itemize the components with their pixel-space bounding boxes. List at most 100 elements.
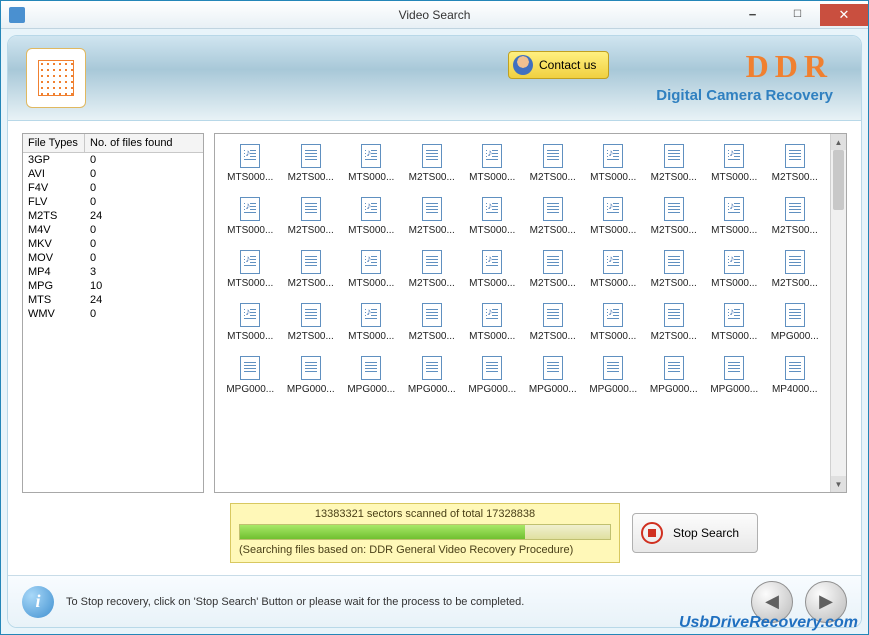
progress-procedure-text: (Searching files based on: DDR General V… xyxy=(239,544,611,556)
close-button[interactable] xyxy=(820,4,868,26)
file-item[interactable]: M2TS00... xyxy=(282,197,341,236)
file-item[interactable]: MTS000... xyxy=(705,197,764,236)
file-item[interactable]: M2TS00... xyxy=(282,144,341,183)
file-item[interactable]: MTS000... xyxy=(342,197,401,236)
table-row[interactable]: MKV0 xyxy=(23,237,203,251)
file-item[interactable]: MTS000... xyxy=(221,303,280,342)
file-item[interactable]: M2TS00... xyxy=(766,250,825,289)
file-item[interactable]: M2TS00... xyxy=(766,197,825,236)
file-item[interactable]: MTS000... xyxy=(705,250,764,289)
file-item[interactable]: MTS000... xyxy=(584,303,643,342)
file-item[interactable]: M2TS00... xyxy=(524,144,583,183)
table-row[interactable]: AVI0 xyxy=(23,167,203,181)
file-item[interactable]: MTS000... xyxy=(221,197,280,236)
file-item-label: MTS000... xyxy=(711,331,757,342)
file-item-label: MPG000... xyxy=(347,384,395,395)
video-file-icon xyxy=(422,356,442,380)
video-file-icon xyxy=(482,250,502,274)
file-item[interactable]: M2TS00... xyxy=(403,250,462,289)
file-item[interactable]: MPG000... xyxy=(221,356,280,395)
video-file-icon xyxy=(724,356,744,380)
file-item[interactable]: MTS000... xyxy=(463,303,522,342)
file-item[interactable]: MPG000... xyxy=(403,356,462,395)
table-row[interactable]: M4V0 xyxy=(23,223,203,237)
file-item[interactable]: MTS000... xyxy=(463,144,522,183)
file-item[interactable]: M2TS00... xyxy=(403,197,462,236)
scroll-down-icon[interactable]: ▼ xyxy=(831,476,846,492)
scroll-thumb[interactable] xyxy=(833,150,844,210)
file-item[interactable]: MTS000... xyxy=(463,197,522,236)
file-item[interactable]: MPG000... xyxy=(463,356,522,395)
file-item-label: MTS000... xyxy=(590,278,636,289)
file-item[interactable]: M2TS00... xyxy=(645,250,704,289)
brand-link[interactable]: UsbDriveRecovery.com xyxy=(679,614,858,632)
table-row[interactable]: F4V0 xyxy=(23,181,203,195)
file-item[interactable]: M2TS00... xyxy=(524,197,583,236)
file-item[interactable]: MTS000... xyxy=(221,144,280,183)
video-file-icon xyxy=(301,144,321,168)
count-cell: 0 xyxy=(85,195,203,209)
table-row[interactable]: MP43 xyxy=(23,265,203,279)
file-item-label: MTS000... xyxy=(469,225,515,236)
stop-search-button[interactable]: Stop Search xyxy=(632,513,758,553)
file-item[interactable]: MPG000... xyxy=(584,356,643,395)
table-row[interactable]: M2TS24 xyxy=(23,209,203,223)
app-icon xyxy=(9,7,25,23)
file-item[interactable]: MTS000... xyxy=(584,197,643,236)
col-files-found[interactable]: No. of files found xyxy=(85,134,203,152)
file-item[interactable]: MTS000... xyxy=(705,303,764,342)
file-item[interactable]: MPG000... xyxy=(524,356,583,395)
file-item[interactable]: MPG000... xyxy=(282,356,341,395)
type-cell: MP4 xyxy=(23,265,85,279)
file-item[interactable]: M2TS00... xyxy=(282,250,341,289)
file-item[interactable]: MPG000... xyxy=(645,356,704,395)
file-item[interactable]: MTS000... xyxy=(342,250,401,289)
file-item[interactable]: MTS000... xyxy=(342,303,401,342)
stop-icon xyxy=(641,522,663,544)
vertical-scrollbar[interactable]: ▲ ▼ xyxy=(830,134,846,492)
file-types-table: File Types No. of files found 3GP0AVI0F4… xyxy=(22,133,204,493)
count-cell: 24 xyxy=(85,209,203,223)
table-row[interactable]: MTS24 xyxy=(23,293,203,307)
file-item[interactable]: MTS000... xyxy=(705,144,764,183)
file-item[interactable]: M2TS00... xyxy=(645,303,704,342)
file-item[interactable]: MPG000... xyxy=(342,356,401,395)
file-item[interactable]: M2TS00... xyxy=(645,197,704,236)
logo-pattern-icon xyxy=(38,60,74,96)
video-file-icon xyxy=(301,197,321,221)
contact-us-button[interactable]: Contact us xyxy=(508,51,609,79)
file-item[interactable]: MPG000... xyxy=(705,356,764,395)
table-row[interactable]: FLV0 xyxy=(23,195,203,209)
maximize-button[interactable] xyxy=(775,4,820,26)
file-item-label: M2TS00... xyxy=(288,172,334,183)
file-item[interactable]: MPG000... xyxy=(766,303,825,342)
col-file-types[interactable]: File Types xyxy=(23,134,85,152)
file-item[interactable]: MTS000... xyxy=(342,144,401,183)
video-file-icon xyxy=(543,303,563,327)
file-item[interactable]: M2TS00... xyxy=(524,250,583,289)
file-item[interactable]: M2TS00... xyxy=(403,303,462,342)
file-item[interactable]: M2TS00... xyxy=(524,303,583,342)
file-item[interactable]: MP4000... xyxy=(766,356,825,395)
file-item[interactable]: M2TS00... xyxy=(766,144,825,183)
table-row[interactable]: WMV0 xyxy=(23,307,203,321)
file-item[interactable]: M2TS00... xyxy=(645,144,704,183)
file-item-label: MTS000... xyxy=(711,225,757,236)
file-item-label: M2TS00... xyxy=(530,331,576,342)
table-row[interactable]: MOV0 xyxy=(23,251,203,265)
file-item[interactable]: MTS000... xyxy=(584,144,643,183)
file-item-label: MTS000... xyxy=(469,278,515,289)
file-item[interactable]: MTS000... xyxy=(584,250,643,289)
file-item[interactable]: MTS000... xyxy=(221,250,280,289)
table-row[interactable]: 3GP0 xyxy=(23,153,203,167)
file-item[interactable]: MTS000... xyxy=(463,250,522,289)
video-file-icon xyxy=(240,144,260,168)
video-file-icon xyxy=(482,197,502,221)
minimize-button[interactable] xyxy=(730,4,775,26)
table-row[interactable]: MPG10 xyxy=(23,279,203,293)
file-item[interactable]: M2TS00... xyxy=(282,303,341,342)
video-file-icon xyxy=(240,197,260,221)
types-header: File Types No. of files found xyxy=(23,134,203,153)
file-item[interactable]: M2TS00... xyxy=(403,144,462,183)
scroll-up-icon[interactable]: ▲ xyxy=(831,134,846,150)
